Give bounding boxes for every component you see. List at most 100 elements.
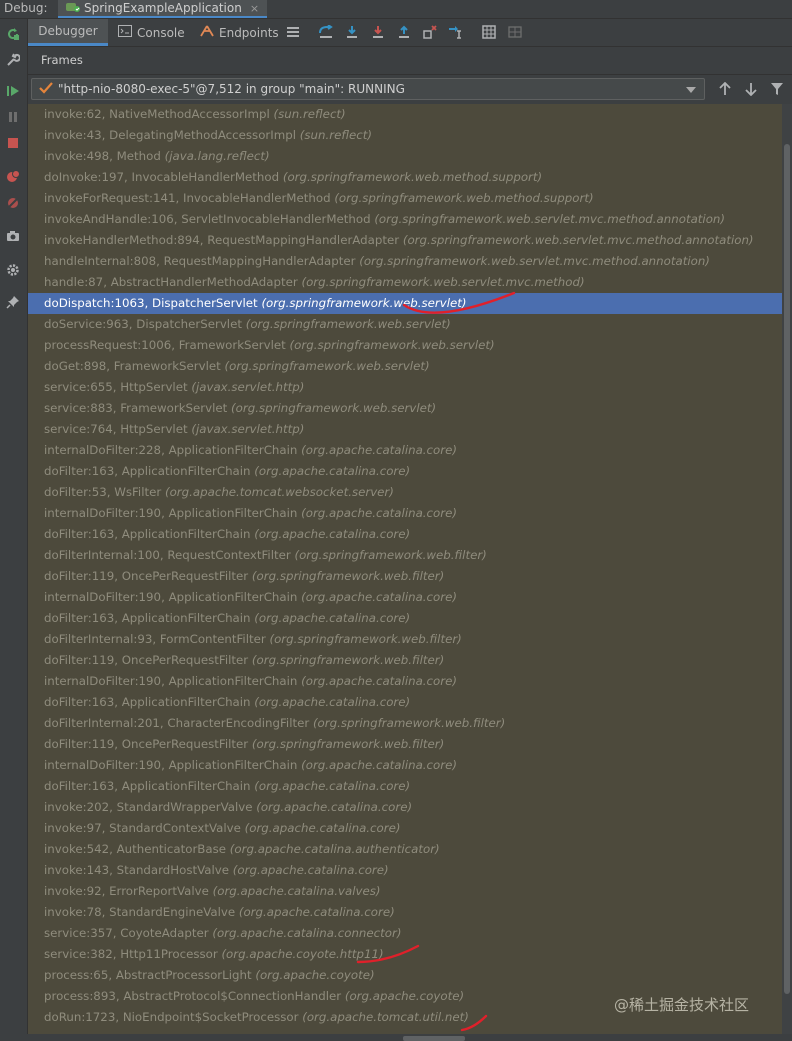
stack-frame-row[interactable]: doFilter:163, ApplicationFilterChain (or… — [28, 461, 782, 482]
frame-method: invoke:78, StandardEngineValve — [44, 905, 236, 919]
frame-method: doRun:1723, NioEndpoint$SocketProcessor — [44, 1010, 299, 1024]
tab-console[interactable]: Console — [118, 19, 185, 46]
frame-package: (javax.servlet.http) — [191, 380, 305, 394]
stack-frame-row[interactable]: internalDoFilter:190, ApplicationFilterC… — [28, 755, 782, 776]
stack-frame-row[interactable]: invoke:143, StandardHostValve (org.apach… — [28, 860, 782, 881]
stack-frame-row[interactable]: service:764, HttpServlet (javax.servlet.… — [28, 419, 782, 440]
tab-spring-example-application[interactable]: SpringExampleApplication × — [58, 0, 268, 18]
stack-frame-row[interactable]: doFilterInternal:201, CharacterEncodingF… — [28, 713, 782, 734]
frame-method: invoke:92, ErrorReportValve — [44, 884, 209, 898]
stack-frame-row[interactable]: handle:87, AbstractHandlerMethodAdapter … — [28, 272, 782, 293]
frame-package: (org.springframework.web.filter) — [251, 653, 445, 667]
stack-frame-row[interactable]: invoke:78, StandardEngineValve (org.apac… — [28, 902, 782, 923]
chevron-down-icon — [686, 87, 696, 93]
spring-app-icon — [66, 1, 80, 16]
stack-frame-row[interactable]: internalDoFilter:190, ApplicationFilterC… — [28, 503, 782, 524]
frame-package: (org.springframework.web.servlet) — [224, 359, 430, 373]
stack-frame-row[interactable]: internalDoFilter:190, ApplicationFilterC… — [28, 587, 782, 608]
mute-breakpoints-icon[interactable] — [4, 194, 22, 212]
stack-frame-row[interactable]: doFilterInternal:100, RequestContextFilt… — [28, 545, 782, 566]
console-icon — [118, 25, 132, 40]
stack-frame-row[interactable]: doFilter:163, ApplicationFilterChain (or… — [28, 776, 782, 797]
previous-frame-icon[interactable] — [717, 81, 733, 97]
frame-package: (org.apache.catalina.core) — [301, 674, 457, 688]
horizontal-scrollbar-thumb[interactable] — [403, 1036, 465, 1041]
filter-icon[interactable] — [769, 81, 785, 97]
stack-frame-row[interactable]: process:65, AbstractProcessorLight (org.… — [28, 965, 782, 986]
stack-frame-row[interactable]: service:883, FrameworkServlet (org.sprin… — [28, 398, 782, 419]
step-into-icon[interactable] — [370, 24, 386, 40]
stack-frame-row[interactable]: invokeForRequest:141, InvocableHandlerMe… — [28, 188, 782, 209]
stack-frame-row[interactable]: doGet:898, FrameworkServlet (org.springf… — [28, 356, 782, 377]
rerun-icon[interactable] — [4, 25, 22, 43]
resume-icon[interactable] — [4, 82, 22, 100]
stack-frame-row[interactable]: invokeAndHandle:106, ServletInvocableHan… — [28, 209, 782, 230]
view-breakpoints-icon[interactable] — [4, 167, 22, 185]
stack-frame-row[interactable]: invoke:542, AuthenticatorBase (org.apach… — [28, 839, 782, 860]
stack-frame-row[interactable]: processRequest:1006, FrameworkServlet (o… — [28, 335, 782, 356]
frame-method: internalDoFilter:190, ApplicationFilterC… — [44, 506, 298, 520]
pin-icon[interactable] — [4, 293, 22, 311]
frame-package: (org.springframework.web.servlet) — [261, 296, 467, 310]
step-out-icon[interactable] — [396, 24, 412, 40]
drop-frame-icon[interactable] — [422, 24, 438, 40]
frame-package: (org.springframework.web.filter) — [251, 569, 445, 583]
stack-frame-row[interactable]: doFilter:119, OncePerRequestFilter (org.… — [28, 650, 782, 671]
frame-package: (org.apache.catalina.authenticator) — [229, 842, 440, 856]
camera-icon[interactable] — [4, 227, 22, 245]
restore-layout-icon[interactable] — [507, 24, 523, 40]
watermark: @稀土掘金技术社区 — [614, 996, 750, 1014]
stack-frame-row[interactable]: service:382, Http11Processor (org.apache… — [28, 944, 782, 965]
stack-frame-row[interactable]: invoke:92, ErrorReportValve (org.apache.… — [28, 881, 782, 902]
stack-frame-row[interactable]: internalDoFilter:190, ApplicationFilterC… — [28, 671, 782, 692]
thread-selector-dropdown[interactable]: "http-nio-8080-exec-5"@7,512 in group "m… — [31, 78, 705, 100]
frame-package: (org.apache.catalina.core) — [301, 506, 457, 520]
stack-frame-row[interactable]: doService:963, DispatcherServlet (org.sp… — [28, 314, 782, 335]
run-to-cursor-icon[interactable] — [448, 24, 464, 40]
stack-frame-row[interactable]: doFilter:163, ApplicationFilterChain (or… — [28, 524, 782, 545]
stack-frame-row[interactable]: doFilterInternal:93, FormContentFilter (… — [28, 629, 782, 650]
layout-menu-icon[interactable] — [285, 24, 301, 40]
stack-frame-row[interactable]: invoke:62, NativeMethodAccessorImpl (sun… — [28, 104, 782, 125]
stack-frame-row[interactable]: doFilter:119, OncePerRequestFilter (org.… — [28, 566, 782, 587]
settings-wrench-icon[interactable] — [4, 51, 22, 69]
stack-frame-row[interactable]: invoke:202, StandardWrapperValve (org.ap… — [28, 797, 782, 818]
stack-frame-row[interactable]: doFilter:53, WsFilter (org.apache.tomcat… — [28, 482, 782, 503]
evaluate-expression-icon[interactable] — [481, 24, 497, 40]
frames-vertical-scrollbar[interactable] — [782, 104, 792, 1034]
tab-endpoints[interactable]: Endpoints — [200, 19, 279, 46]
frame-package: (org.apache.catalina.core) — [301, 758, 457, 772]
stack-frame-row-selected[interactable]: doDispatch:1063, DispatcherServlet (org.… — [28, 293, 782, 314]
step-over-icon[interactable] — [344, 24, 360, 40]
frames-horizontal-scrollbar[interactable] — [28, 1034, 792, 1041]
stack-frame-row[interactable]: doFilter:163, ApplicationFilterChain (or… — [28, 692, 782, 713]
frame-method: invoke:143, StandardHostValve — [44, 863, 230, 877]
gear-icon[interactable] — [4, 261, 22, 279]
stack-frame-row[interactable]: internalDoFilter:228, ApplicationFilterC… — [28, 440, 782, 461]
stack-frame-row[interactable]: handleInternal:808, RequestMappingHandle… — [28, 251, 782, 272]
frame-package: (org.springframework.web.servlet) — [289, 338, 495, 352]
stack-frame-row[interactable]: doInvoke:197, InvocableHandlerMethod (or… — [28, 167, 782, 188]
stack-frame-row[interactable]: service:357, CoyoteAdapter (org.apache.c… — [28, 923, 782, 944]
stack-frame-row[interactable]: invoke:43, DelegatingMethodAccessorImpl … — [28, 125, 782, 146]
frame-method: internalDoFilter:190, ApplicationFilterC… — [44, 590, 298, 604]
stack-frame-row[interactable]: invoke:97, StandardContextValve (org.apa… — [28, 818, 782, 839]
tab-debugger[interactable]: Debugger — [28, 19, 108, 46]
frame-package: (org.springframework.web.filter) — [294, 548, 487, 562]
next-frame-icon[interactable] — [743, 81, 759, 97]
bottom-left-filler — [0, 1034, 28, 1041]
scrollbar-thumb[interactable] — [784, 144, 790, 994]
frame-method: invoke:62, NativeMethodAccessorImpl — [44, 107, 270, 121]
show-execution-point-icon[interactable] — [318, 24, 334, 40]
stack-frame-row[interactable]: doFilter:119, OncePerRequestFilter (org.… — [28, 734, 782, 755]
stop-icon[interactable] — [4, 134, 22, 152]
pause-icon[interactable] — [4, 108, 22, 126]
stack-frame-row[interactable]: service:655, HttpServlet (javax.servlet.… — [28, 377, 782, 398]
thread-selector-row: "http-nio-8080-exec-5"@7,512 in group "m… — [28, 75, 792, 103]
stack-frame-row[interactable]: invokeHandlerMethod:894, RequestMappingH… — [28, 230, 782, 251]
stack-frame-row[interactable]: invoke:498, Method (java.lang.reflect) — [28, 146, 782, 167]
stack-frame-row[interactable]: doFilter:163, ApplicationFilterChain (or… — [28, 608, 782, 629]
checkmark-icon — [39, 81, 53, 98]
frame-method: doFilter:163, ApplicationFilterChain — [44, 527, 251, 541]
close-icon[interactable]: × — [250, 2, 259, 15]
